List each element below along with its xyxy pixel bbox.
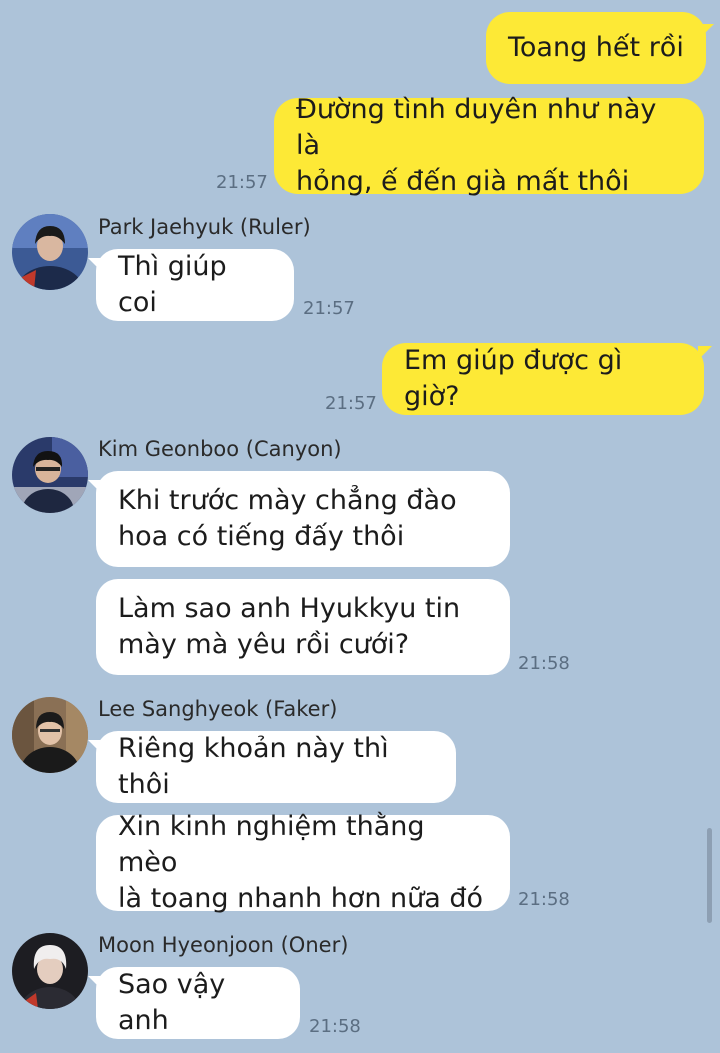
oner-avatar[interactable] [12,933,88,1009]
their-message-bubble[interactable]: Làm sao anh Hyukkyu tin mày mà yêu rồi c… [96,579,510,675]
message-timestamp: 21:58 [309,1016,361,1037]
sender-name: Lee Sanghyeok (Faker) [98,697,338,721]
sender-name: Kim Geonboo (Canyon) [98,437,342,461]
ruler-avatar[interactable] [12,214,88,290]
message-timestamp: 21:57 [325,393,377,414]
their-message-bubble[interactable]: Riêng khoản này thì thôi [96,731,456,803]
sender-name: Park Jaehyuk (Ruler) [98,215,311,239]
message-text: Làm sao anh Hyukkyu tin mày mà yêu rồi c… [118,593,461,660]
bubble-tail [88,740,102,754]
their-message-bubble[interactable]: Sao vậy anh [96,967,300,1039]
my-message-bubble[interactable]: Đường tình duyên như này là hỏng, ế đến … [274,94,704,197]
message-timestamp: 21:57 [216,172,268,193]
canyon-avatar[interactable] [12,437,88,513]
bubble-tail [698,346,712,360]
person-photo-icon [12,933,88,1009]
message-timestamp: 21:58 [518,653,570,674]
message-text: Thì giúp coi [118,251,227,318]
message-text: Riêng khoản này thì thôi [118,733,389,800]
faker-avatar[interactable] [12,697,88,773]
their-message-bubble[interactable]: Xin kinh nghiệm thằng mèo là toang nhanh… [96,811,510,914]
my-message-bubble[interactable]: Em giúp được gì giờ? [382,343,704,415]
message-text: Đường tình duyên như này là hỏng, ế đến … [296,94,657,197]
message-text: Em giúp được gì giờ? [404,345,623,412]
bubble-tail [88,258,102,272]
person-photo-icon [12,214,88,290]
my-message-bubble[interactable]: Toang hết rồi [486,12,706,84]
message-text: Khi trước mày chẳng đào hoa có tiếng đấy… [118,485,457,552]
bubble-tail [700,24,714,38]
bubble-tail [88,480,102,494]
scrollbar-thumb[interactable] [707,828,712,923]
message-timestamp: 21:58 [518,889,570,910]
person-photo-icon [12,437,88,513]
message-timestamp: 21:57 [303,298,355,319]
sender-name: Moon Hyeonjoon (Oner) [98,933,349,957]
message-text: Sao vậy anh [118,969,226,1036]
person-photo-icon [12,697,88,773]
their-message-bubble[interactable]: Khi trước mày chẳng đào hoa có tiếng đấy… [96,471,510,567]
bubble-tail [88,976,102,990]
their-message-bubble[interactable]: Thì giúp coi [96,249,294,321]
message-text: Toang hết rồi [508,32,684,63]
message-text: Xin kinh nghiệm thằng mèo là toang nhanh… [118,811,484,914]
